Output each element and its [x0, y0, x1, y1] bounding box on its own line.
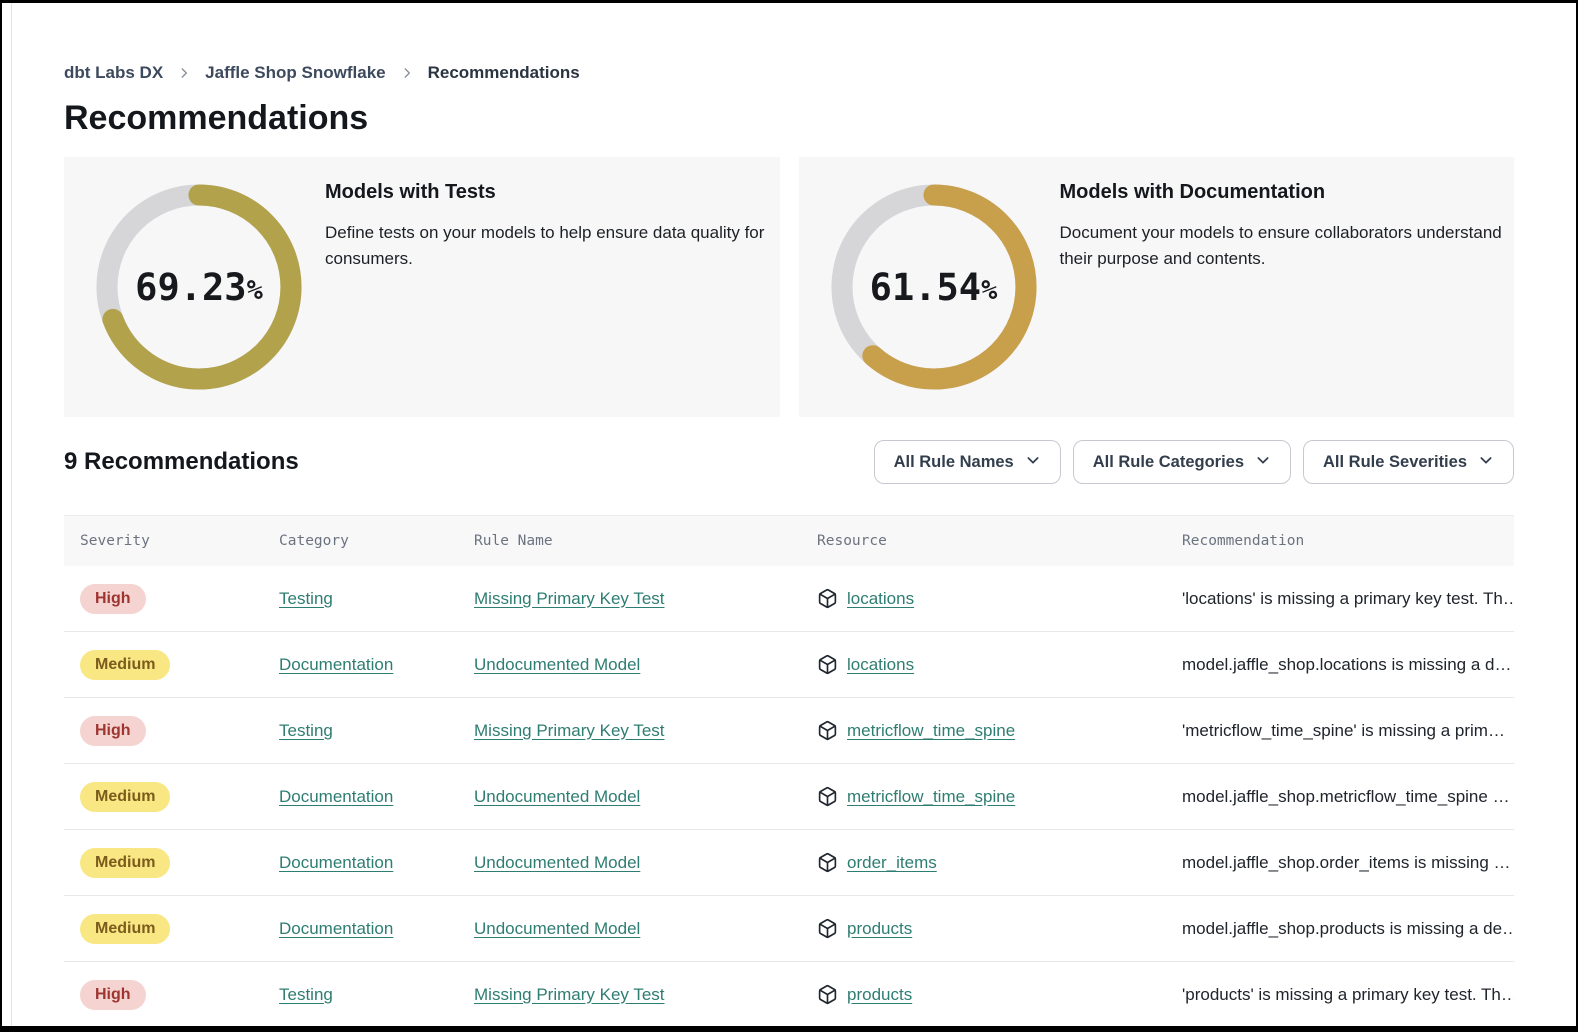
- documentation-percent-value: 61.54%: [819, 172, 1049, 402]
- rule-name-link[interactable]: Undocumented Model: [474, 655, 640, 674]
- breadcrumb-current: Recommendations: [428, 63, 580, 83]
- resource-link[interactable]: metricflow_time_spine: [847, 787, 1015, 807]
- models-with-tests-card: 69.23% Models with Tests Define tests on…: [64, 157, 780, 417]
- chevron-down-icon: [1478, 452, 1494, 473]
- column-header-recommendation: Recommendation: [1166, 533, 1514, 549]
- list-header-row: 9 Recommendations All Rule Names All Rul…: [64, 439, 1514, 485]
- table-row: Medium Documentation Undocumented Model pr…: [64, 896, 1514, 962]
- table-row: Medium Documentation Undocumented Model lo…: [64, 632, 1514, 698]
- recommendations-count: 9 Recommendations: [64, 448, 299, 476]
- rule-severities-filter-dropdown[interactable]: All Rule Severities: [1303, 440, 1514, 484]
- column-header-rule-name: Rule Name: [458, 533, 801, 549]
- rule-name-link[interactable]: Missing Primary Key Test: [474, 721, 665, 740]
- recommendation-text: 'metricflow_time_spine' is missing a pri…: [1182, 721, 1505, 740]
- rule-names-filter-label: All Rule Names: [894, 453, 1014, 472]
- resource-link[interactable]: locations: [847, 655, 914, 675]
- column-header-category: Category: [263, 533, 458, 549]
- rule-name-link[interactable]: Undocumented Model: [474, 919, 640, 938]
- recommendations-table: Severity Category Rule Name Resource Rec…: [64, 515, 1514, 1028]
- severity-badge: Medium: [80, 650, 170, 680]
- documentation-card-description: Document your models to ensure collabora…: [1060, 220, 1512, 272]
- severity-badge: High: [80, 980, 146, 1010]
- recommendation-text: model.jaffle_shop.order_items is missing…: [1182, 853, 1511, 872]
- models-with-documentation-card: 61.54% Models with Documentation Documen…: [799, 157, 1515, 417]
- model-cube-icon: [817, 984, 838, 1005]
- model-cube-icon: [817, 654, 838, 675]
- summary-cards: 69.23% Models with Tests Define tests on…: [64, 157, 1514, 417]
- rule-categories-filter-label: All Rule Categories: [1093, 453, 1244, 472]
- severity-badge: Medium: [80, 914, 170, 944]
- table-row: High Testing Missing Primary Key Test metr…: [64, 698, 1514, 764]
- category-link[interactable]: Documentation: [279, 787, 393, 806]
- column-header-severity: Severity: [64, 533, 263, 549]
- documentation-card-text: Models with Documentation Document your …: [1060, 181, 1530, 272]
- severity-badge: High: [80, 716, 146, 746]
- tests-card-text: Models with Tests Define tests on your m…: [325, 181, 795, 272]
- recommendation-text: 'locations' is missing a primary key tes…: [1182, 589, 1514, 608]
- chevron-down-icon: [1025, 452, 1041, 473]
- model-cube-icon: [817, 918, 838, 939]
- rule-name-link[interactable]: Missing Primary Key Test: [474, 589, 665, 608]
- tests-donut-chart: 69.23%: [84, 172, 314, 402]
- model-cube-icon: [817, 852, 838, 873]
- table-row: High Testing Missing Primary Key Test prod…: [64, 962, 1514, 1028]
- severity-badge: Medium: [80, 848, 170, 878]
- category-link[interactable]: Testing: [279, 721, 333, 740]
- main-content: dbt Labs DX Jaffle Shop Snowflake Recomm…: [2, 61, 1576, 1028]
- column-header-resource: Resource: [801, 533, 1166, 549]
- app-window: dbt Labs DX Jaffle Shop Snowflake Recomm…: [0, 0, 1578, 1032]
- documentation-card-title: Models with Documentation: [1060, 181, 1530, 204]
- chevron-down-icon: [1255, 452, 1271, 473]
- category-link[interactable]: Documentation: [279, 853, 393, 872]
- table-row: High Testing Missing Primary Key Test loca…: [64, 566, 1514, 632]
- recommendation-text: model.jaffle_shop.locations is missing a…: [1182, 655, 1511, 674]
- resource-link[interactable]: products: [847, 985, 912, 1005]
- rule-categories-filter-dropdown[interactable]: All Rule Categories: [1073, 440, 1291, 484]
- model-cube-icon: [817, 720, 838, 741]
- rule-severities-filter-label: All Rule Severities: [1323, 453, 1467, 472]
- severity-badge: High: [80, 584, 146, 614]
- severity-badge: Medium: [80, 782, 170, 812]
- page-title: Recommendations: [64, 97, 1514, 139]
- recommendation-text: model.jaffle_shop.metricflow_time_spine …: [1182, 787, 1510, 806]
- resource-link[interactable]: metricflow_time_spine: [847, 721, 1015, 741]
- chevron-right-icon: [400, 66, 414, 80]
- tests-card-description: Define tests on your models to help ensu…: [325, 220, 777, 272]
- rule-name-link[interactable]: Undocumented Model: [474, 787, 640, 806]
- breadcrumb-account-link[interactable]: dbt Labs DX: [64, 63, 163, 83]
- table-body: High Testing Missing Primary Key Test loca…: [64, 566, 1514, 1028]
- tests-card-title: Models with Tests: [325, 181, 795, 204]
- filter-bar: All Rule Names All Rule Categories All R…: [874, 440, 1514, 484]
- table-row: Medium Documentation Undocumented Model me…: [64, 764, 1514, 830]
- model-cube-icon: [817, 786, 838, 807]
- resource-link[interactable]: order_items: [847, 853, 937, 873]
- rule-name-link[interactable]: Missing Primary Key Test: [474, 985, 665, 1004]
- recommendation-text: 'products' is missing a primary key test…: [1182, 985, 1514, 1004]
- rule-names-filter-dropdown[interactable]: All Rule Names: [874, 440, 1061, 484]
- breadcrumb: dbt Labs DX Jaffle Shop Snowflake Recomm…: [64, 61, 1514, 85]
- category-link[interactable]: Documentation: [279, 919, 393, 938]
- chevron-right-icon: [177, 66, 191, 80]
- documentation-donut-chart: 61.54%: [819, 172, 1049, 402]
- category-link[interactable]: Testing: [279, 985, 333, 1004]
- rule-name-link[interactable]: Undocumented Model: [474, 853, 640, 872]
- table-row: Medium Documentation Undocumented Model or…: [64, 830, 1514, 896]
- resource-link[interactable]: locations: [847, 589, 914, 609]
- breadcrumb-project-link[interactable]: Jaffle Shop Snowflake: [205, 63, 385, 83]
- model-cube-icon: [817, 588, 838, 609]
- tests-percent-value: 69.23%: [84, 172, 314, 402]
- resource-link[interactable]: products: [847, 919, 912, 939]
- recommendation-text: model.jaffle_shop.products is missing a …: [1182, 919, 1514, 938]
- category-link[interactable]: Testing: [279, 589, 333, 608]
- table-header-row: Severity Category Rule Name Resource Rec…: [64, 516, 1514, 566]
- category-link[interactable]: Documentation: [279, 655, 393, 674]
